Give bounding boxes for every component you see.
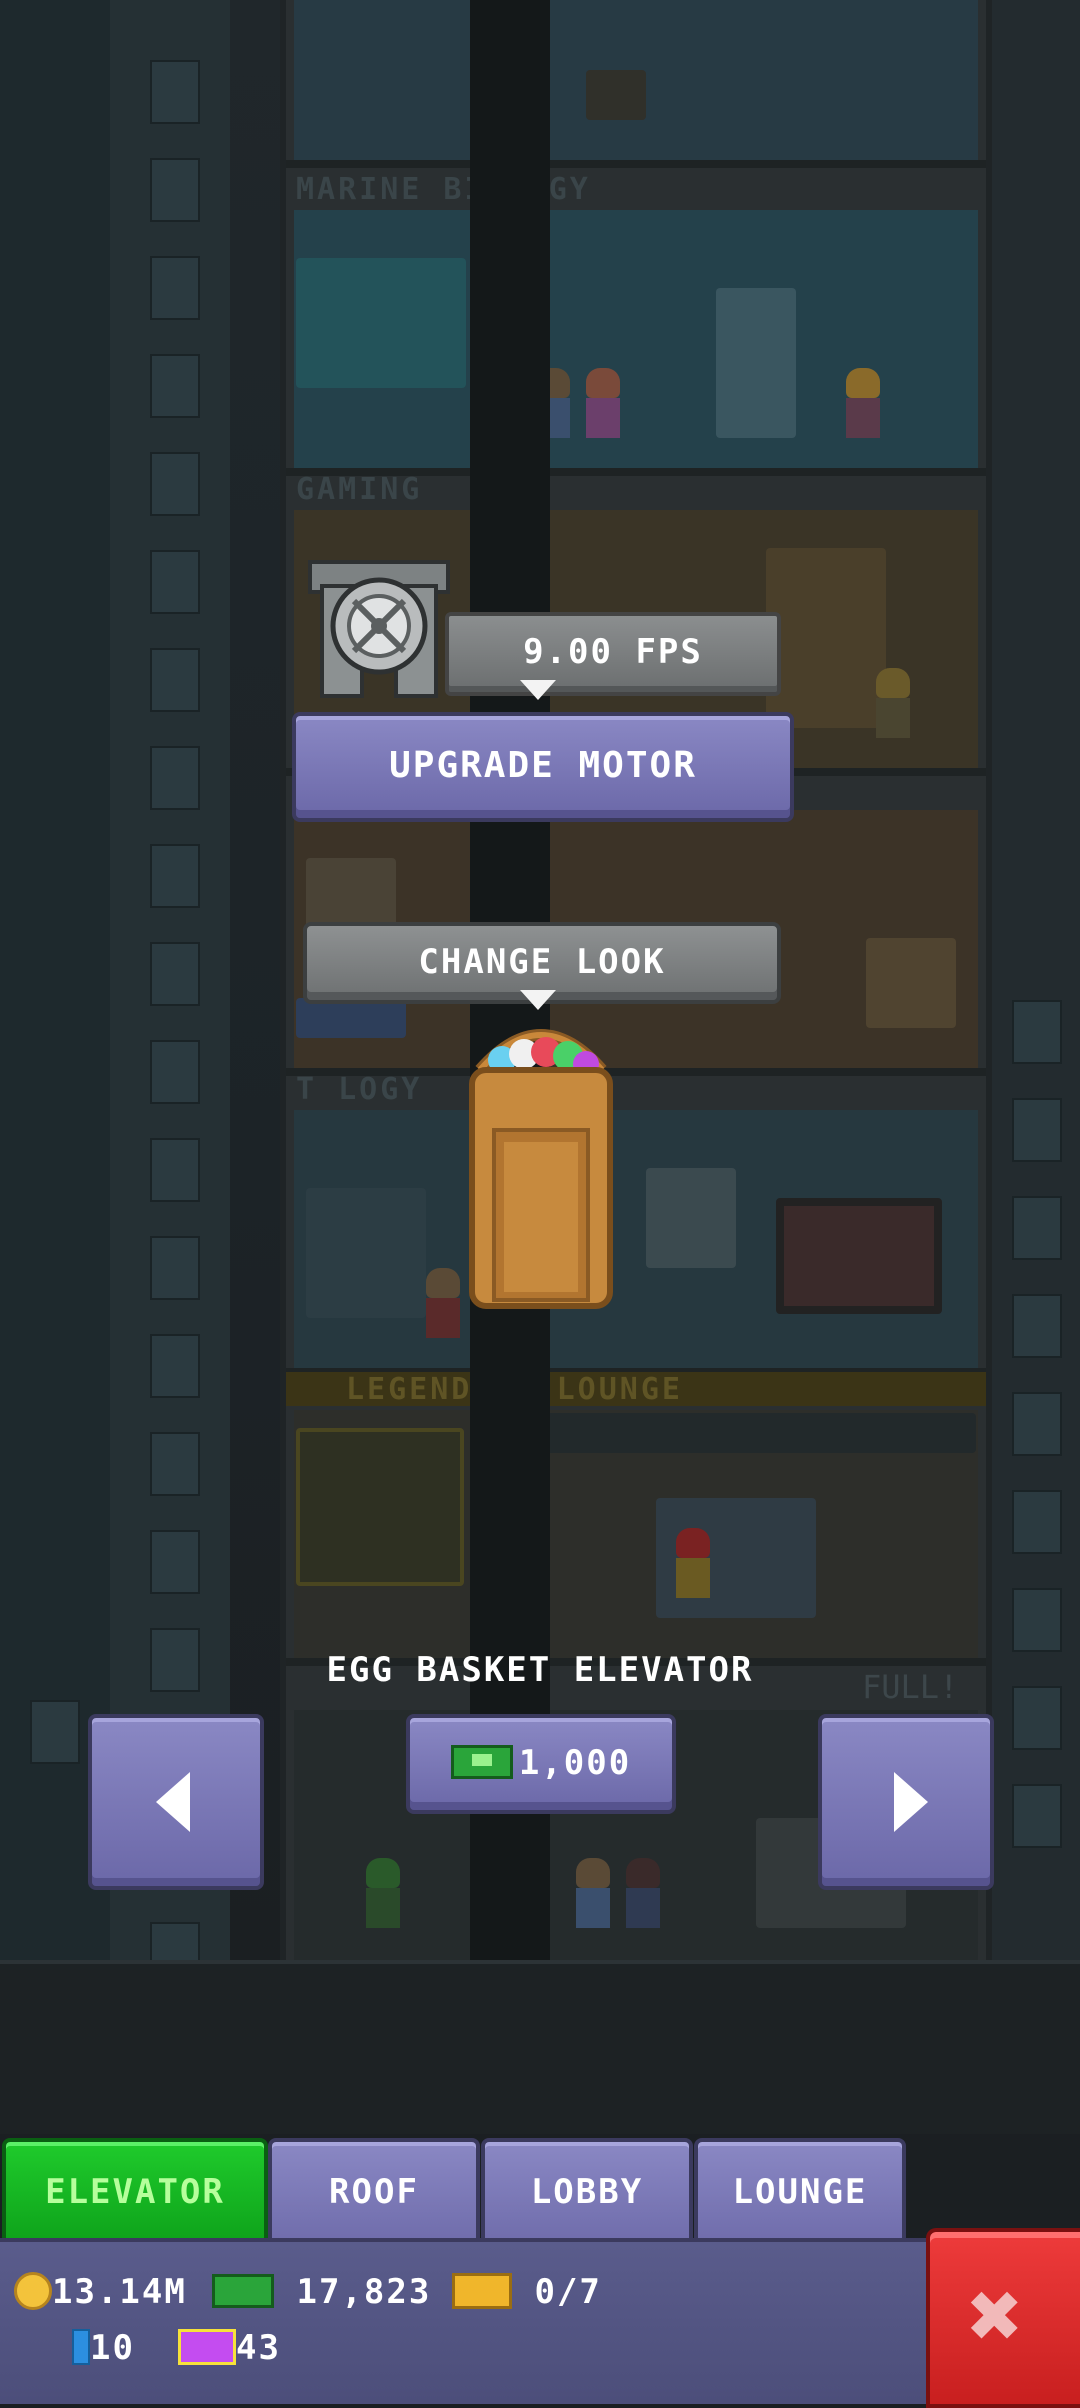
tenant (366, 1858, 400, 1928)
star-poster (296, 1428, 464, 1586)
look-pointer-icon (520, 990, 556, 1010)
speed-pointer-icon (520, 680, 556, 700)
floor: LEGENDARY LOUNGE 2 (286, 1368, 986, 1666)
golden-ticket-icon (452, 2272, 512, 2309)
tenant (846, 368, 880, 438)
status-bar: 13.14M 17,823 0/7 10 43 (0, 2238, 930, 2404)
ground-band (0, 1960, 1080, 2134)
vip-value: 43 (236, 2328, 281, 2368)
buy-look-button[interactable]: 1,000 (406, 1714, 676, 1814)
window (646, 1168, 736, 1268)
floor: 7 (286, 0, 986, 168)
golden-tickets-stat: 0/7 (452, 2272, 602, 2312)
close-button[interactable]: ✖ (926, 2228, 1080, 2408)
building-windows (1012, 1000, 1062, 1882)
tower-bux-value: 10 (90, 2328, 135, 2368)
bux-stat: 17,823 (212, 2272, 431, 2312)
tenant (586, 368, 620, 438)
floor: MARINE BIOLOGY 6 (286, 168, 986, 476)
tab-lounge[interactable]: LOUNGE (694, 2138, 906, 2244)
bux-icon (450, 1744, 513, 1779)
tab-elevator[interactable]: ELEVATOR (2, 2138, 268, 2244)
bux-value: 17,823 (296, 2272, 432, 2312)
tab-roof[interactable]: ROOF (268, 2138, 480, 2244)
coin-icon (14, 2271, 52, 2310)
floor-label: LEGENDARY LOUNGE (286, 1372, 986, 1407)
previous-look-button[interactable] (88, 1714, 264, 1890)
look-price: 1,000 (518, 1743, 632, 1783)
close-icon: ✖ (968, 2262, 1024, 2369)
counter (296, 998, 406, 1038)
vip-icon (178, 2328, 236, 2365)
motor-speed-display: 9.00 FPS (445, 612, 781, 696)
bux-icon (212, 2273, 274, 2308)
decor (586, 70, 646, 120)
floor: T LOGY 3 (286, 1068, 986, 1376)
bookshelf (306, 1188, 426, 1318)
upgrade-motor-button[interactable]: UPGRADE MOTOR (292, 712, 794, 822)
golden-tickets-value: 0/7 (534, 2272, 602, 2312)
motor-icon (308, 560, 450, 698)
egg-basket-icon (469, 1029, 613, 1309)
coins-value: 13.14M (52, 2272, 187, 2312)
vip-stat: 43 (178, 2328, 281, 2368)
arcade-cabinet (766, 548, 886, 728)
tower-bux-stat: 10 (72, 2328, 135, 2368)
tenant (626, 1858, 660, 1928)
tenant (576, 1858, 610, 1928)
arrow-right-icon (894, 1772, 928, 1832)
floor-label: T LOGY (296, 1072, 423, 1107)
monitor (776, 1198, 942, 1314)
aquarium (296, 258, 466, 388)
tenant (876, 668, 910, 738)
tenant (426, 1268, 460, 1338)
floor-label: GAMING (296, 472, 423, 507)
tower-bux-icon (72, 2328, 90, 2365)
building-windows (30, 1700, 80, 1798)
awning (486, 1413, 976, 1453)
crate (866, 938, 956, 1028)
tenant (676, 1528, 710, 1598)
elevator-name: EGG BASKET ELEVATOR (326, 1650, 754, 1690)
fridge (716, 288, 796, 438)
arrow-left-icon (156, 1772, 190, 1832)
next-look-button[interactable] (818, 1714, 994, 1890)
coins-stat: 13.14M (14, 2271, 187, 2313)
tab-lobby[interactable]: LOBBY (481, 2138, 693, 2244)
